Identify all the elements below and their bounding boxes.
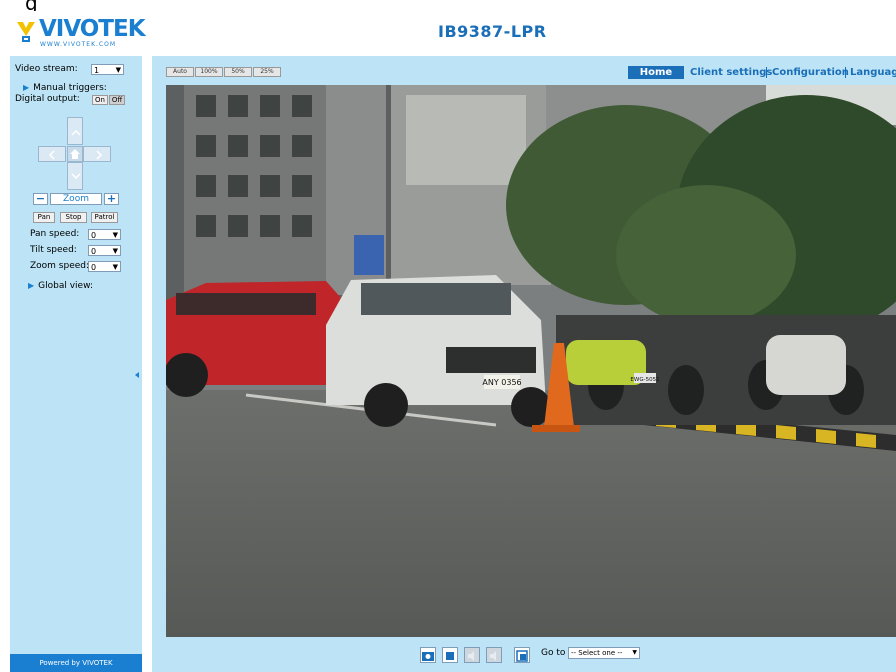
scooter-plate-text: EWG-5051 <box>630 377 659 383</box>
pan-speed-value: 0 <box>91 231 97 240</box>
pan-speed-label: Pan speed: <box>30 229 80 239</box>
logo-url: WWW.VIVOTEK.COM <box>40 41 116 48</box>
tilt-speed-value: 0 <box>91 247 97 256</box>
zoom-out-button[interactable]: − <box>33 193 48 205</box>
dropdown-arrow-icon: ▼ <box>632 649 637 656</box>
zoom-label: Zoom <box>50 193 102 205</box>
powered-by-footer: Powered by VIVOTEK <box>10 654 142 672</box>
fullscreen-icon <box>516 650 528 662</box>
patrol-button[interactable]: Patrol <box>91 212 118 223</box>
arrow-down-icon <box>71 173 81 180</box>
dropdown-arrow-icon: ▼ <box>112 263 118 271</box>
vivotek-logo[interactable]: VIVOTEK WWW.VIVOTEK.COM <box>14 16 146 53</box>
digital-output-label: Digital output: <box>15 94 80 104</box>
collapse-sidebar-icon[interactable] <box>135 372 139 378</box>
arrow-left-icon <box>48 150 55 160</box>
zoom-speed-value: 0 <box>91 263 97 272</box>
nav-configuration[interactable]: Configuration <box>772 66 849 80</box>
dropdown-arrow-icon: ▼ <box>112 247 118 255</box>
nav-language[interactable]: Language <box>850 66 896 80</box>
dropdown-arrow-icon: ▼ <box>112 231 118 239</box>
stop-button[interactable]: Stop <box>60 212 87 223</box>
pan-right-button[interactable] <box>83 146 111 162</box>
logo-wordmark: VIVOTEK <box>39 16 146 42</box>
zoom-in-button[interactable]: + <box>104 193 119 205</box>
tilt-speed-label: Tilt speed: <box>30 245 77 255</box>
manual-triggers-toggle[interactable]: ▶ Manual triggers: <box>23 83 107 93</box>
video-stream-label: Video stream: <box>15 64 78 74</box>
view-auto-button[interactable]: Auto <box>166 67 194 77</box>
speaker-icon <box>468 651 474 661</box>
stop-square-icon <box>446 652 454 660</box>
pan-left-button[interactable] <box>38 146 66 162</box>
expand-arrow-icon: ▶ <box>23 83 30 92</box>
digital-output-off-button[interactable]: Off <box>109 95 125 105</box>
view-50-button[interactable]: 50% <box>224 67 252 77</box>
audio-button[interactable] <box>464 647 480 663</box>
goto-label: Go to <box>541 648 566 658</box>
license-plate-text: ANY 0356 <box>482 378 521 387</box>
pan-speed-select[interactable]: 0 ▼ <box>88 229 121 240</box>
fullscreen-button[interactable] <box>514 647 530 663</box>
microphone-icon <box>490 651 496 661</box>
dropdown-arrow-icon: ▼ <box>115 66 121 74</box>
pan-up-button[interactable] <box>67 117 83 145</box>
logo-badge-icon <box>17 22 35 42</box>
nav-home[interactable]: Home <box>628 66 684 79</box>
arrow-right-icon <box>96 150 103 160</box>
camera-title: IB9387-LPR <box>438 22 547 41</box>
goto-selected: -- Select one -- <box>571 649 623 657</box>
camera-scene: ANY 0356 EWG-5051 <box>166 85 896 637</box>
tilt-speed-select[interactable]: 0 ▼ <box>88 245 121 256</box>
video-stream-select[interactable]: 1 ▼ <box>91 64 124 75</box>
global-view-toggle[interactable]: ▶ Global view: <box>28 281 93 291</box>
nav-client-settings[interactable]: Client settings <box>690 66 772 80</box>
view-25-button[interactable]: 25% <box>253 67 281 77</box>
record-button[interactable] <box>442 647 458 663</box>
manual-triggers-label: Manual triggers: <box>33 83 107 93</box>
view-100-button[interactable]: 100% <box>195 67 223 77</box>
ptz-direction-pad <box>38 117 111 190</box>
global-view-label: Global view: <box>38 281 93 291</box>
pan-down-button[interactable] <box>67 162 83 190</box>
live-video-view[interactable]: ANY 0356 EWG-5051 <box>166 85 896 637</box>
nav-separator <box>845 67 846 78</box>
snapshot-button[interactable] <box>420 647 436 663</box>
home-position-button[interactable] <box>67 146 83 162</box>
home-icon <box>70 149 80 159</box>
talk-button[interactable] <box>486 647 502 663</box>
goto-preset-select[interactable]: -- Select one -- ▼ <box>568 647 640 659</box>
camera-icon <box>422 652 434 661</box>
zoom-speed-label: Zoom speed: <box>30 261 90 271</box>
video-stream-value: 1 <box>94 66 100 75</box>
digital-output-on-button[interactable]: On <box>92 95 108 105</box>
zoom-speed-select[interactable]: 0 ▼ <box>88 261 121 272</box>
nav-separator <box>766 67 767 78</box>
arrow-up-icon <box>71 129 81 136</box>
zoom-control: − Zoom + <box>20 193 120 205</box>
expand-arrow-icon: ▶ <box>28 281 35 290</box>
pan-button[interactable]: Pan <box>33 212 55 223</box>
